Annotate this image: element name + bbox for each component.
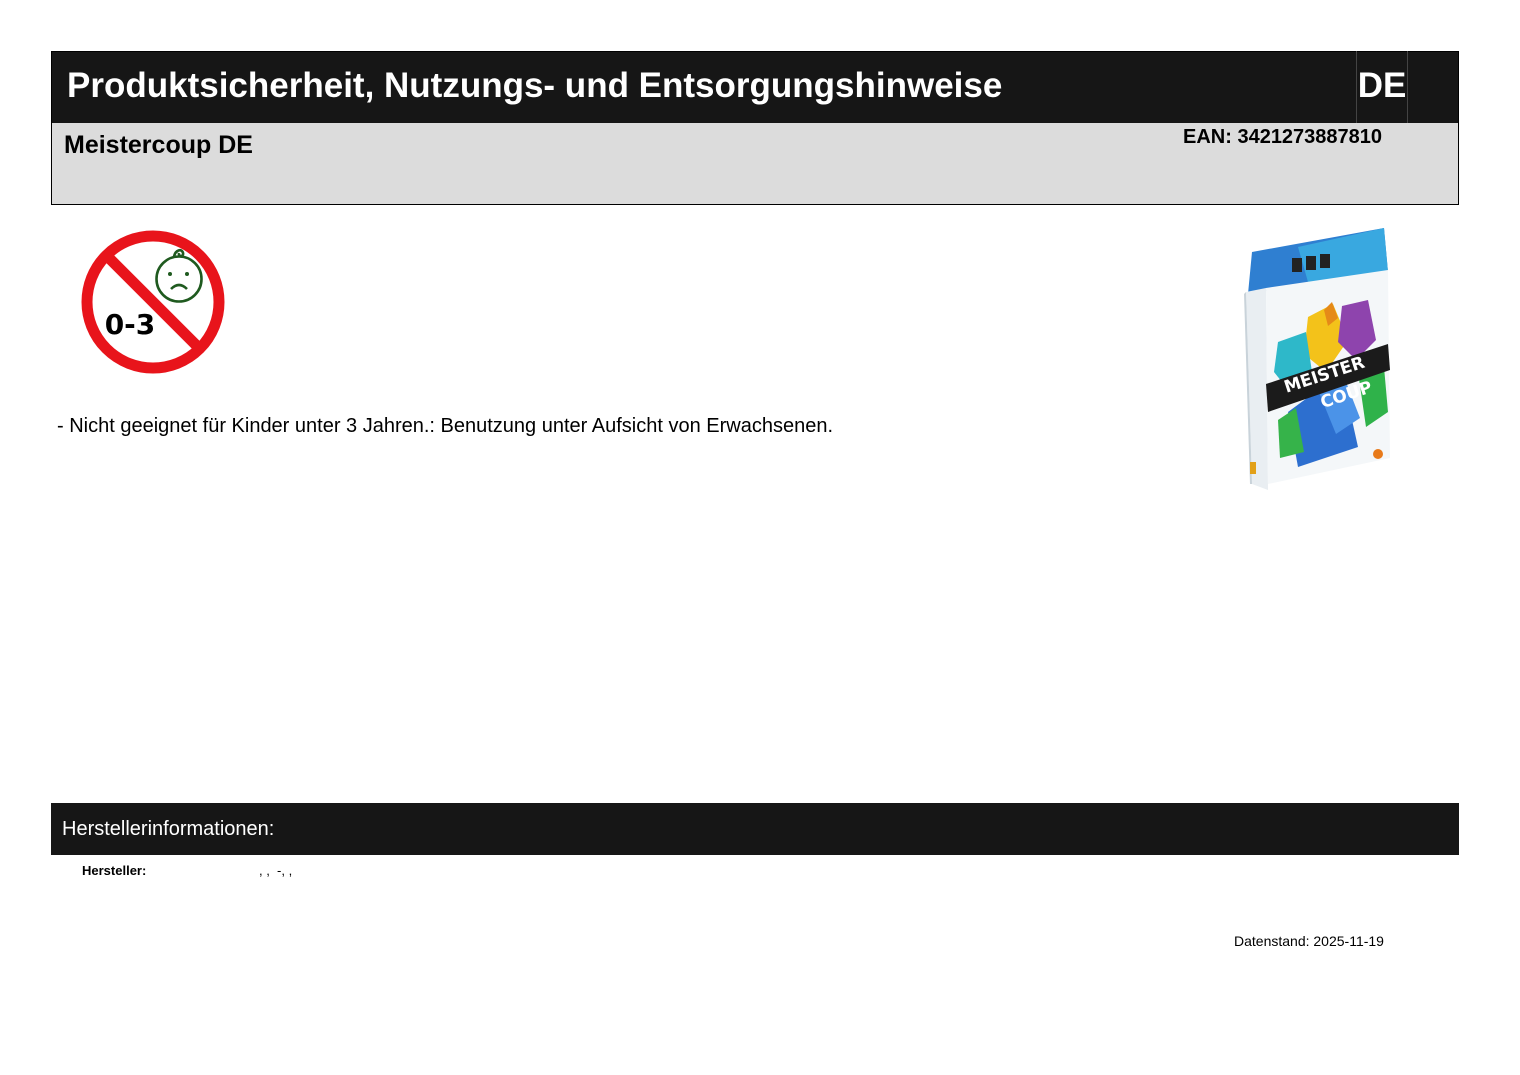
product-safety-sheet: Produktsicherheit, Nutzungs- und Entsorg…: [0, 0, 1520, 1075]
product-box-image: MEISTER COUP: [1244, 228, 1390, 490]
product-name: Meistercoup DE: [64, 131, 253, 159]
manufacturer-section-title: Herstellerinformationen:: [62, 818, 275, 840]
title-bar: Produktsicherheit, Nutzungs- und Entsorg…: [51, 51, 1459, 124]
page-title: Produktsicherheit, Nutzungs- und Entsorg…: [67, 66, 1003, 105]
data-date: Datenstand: 2025-11-19: [1234, 933, 1384, 949]
product-info-bar: Meistercoup DE EAN: 3421273887810: [51, 123, 1459, 205]
age-warning-icon: 0-3: [81, 230, 225, 374]
manufacturer-header: Herstellerinformationen:: [51, 803, 1459, 855]
language-code: DE: [1356, 51, 1408, 124]
manufacturer-label: Hersteller:: [82, 863, 147, 878]
manufacturer-value: , , -, ,: [259, 863, 293, 878]
ean-code: EAN: 3421273887810: [1183, 126, 1383, 148]
safety-note: - Nicht geeignet für Kinder unter 3 Jahr…: [57, 415, 834, 437]
age-icon-label: 0-3: [105, 308, 156, 341]
